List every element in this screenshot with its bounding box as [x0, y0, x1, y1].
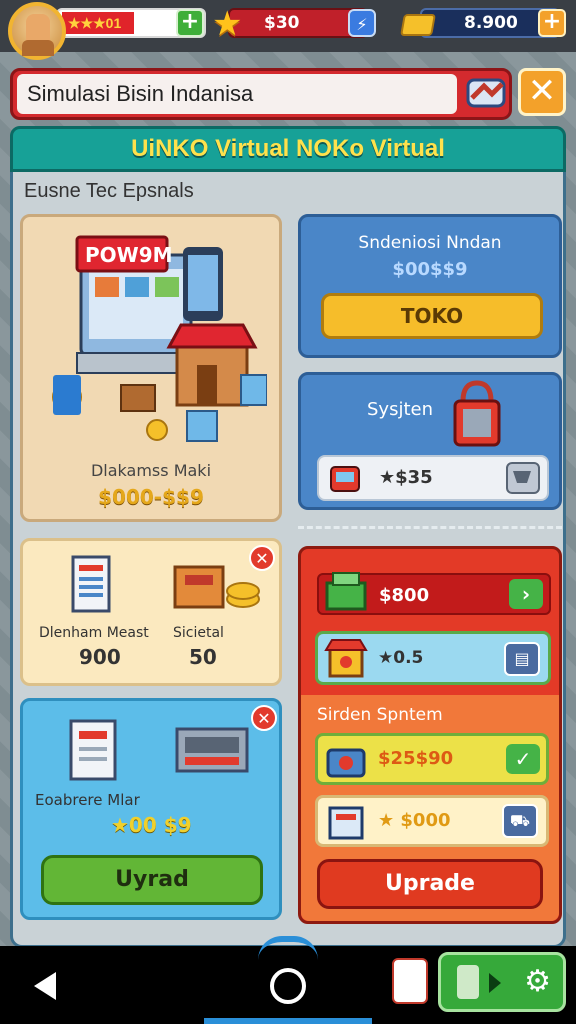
system-upgrade-card: $800 › ★0.5 ▤ Sirden Spntem $25$90 ✓ ★ $…: [298, 546, 562, 924]
delivery-row[interactable]: ★ $000 ⛟: [315, 795, 549, 847]
income-check-button[interactable]: ✓: [506, 744, 540, 774]
uprade-button[interactable]: Uprade: [317, 859, 543, 909]
cash-row[interactable]: $800 ›: [317, 572, 551, 615]
gold-value: 8.900: [464, 13, 518, 33]
boxes-coins-icon: [173, 565, 260, 609]
online-shop-icon: POW9M: [52, 235, 267, 442]
machine-icon: [175, 727, 249, 773]
settings-shortcut-button[interactable]: ⚙: [438, 952, 566, 1012]
nav-strip: [204, 1018, 372, 1024]
printer-icon[interactable]: ▤: [504, 642, 540, 676]
cash-arrow-button[interactable]: ›: [509, 579, 543, 609]
toko-button[interactable]: TOKO: [321, 293, 543, 339]
store-front-icon: [324, 639, 368, 678]
boost-button[interactable]: ⚡: [348, 9, 376, 37]
add-gold-button[interactable]: +: [538, 9, 566, 37]
app-shortcut-icon[interactable]: [392, 958, 428, 1004]
order-card: Sndeniosi Nndan $00$$9 TOKO: [298, 214, 562, 358]
system-price: ★$35: [379, 467, 433, 488]
upgrade-label: Eoabrere Mlar: [35, 791, 140, 809]
system-section-title: Sirden Spntem: [317, 705, 443, 725]
shop-price: $000-$$9: [98, 485, 204, 509]
stats-label-1: Dlenham Meast: [39, 625, 149, 641]
upgrade-price: ★00 $9: [111, 813, 192, 837]
player-avatar[interactable]: [8, 2, 66, 60]
cart-icon: [506, 462, 540, 494]
system-section: Sirden Spntem $25$90 ✓ ★ $000 ⛟ Uprade: [301, 695, 559, 921]
stats-value-1: 900: [79, 645, 121, 669]
gold-bars-icon: [398, 4, 438, 40]
shop-label: Dlakamss Maki: [90, 461, 212, 480]
upgrade-card: ✕ Eoabrere Mlar ★00 $9 Uyrad: [20, 698, 282, 920]
back-icon[interactable]: [34, 972, 56, 1000]
order-price: $00$$9: [392, 259, 468, 280]
system-price-row[interactable]: ★$35: [317, 455, 549, 501]
upgrade-close-button[interactable]: ✕: [251, 705, 277, 731]
shopping-bag-icon: [453, 380, 501, 447]
cash-register-icon: [325, 572, 367, 611]
order-title: Sndeniosi Nndan: [358, 233, 502, 253]
stats-close-button[interactable]: ✕: [249, 545, 275, 571]
add-player-button[interactable]: +: [176, 9, 204, 37]
divider: [298, 526, 562, 529]
box-icon: [328, 806, 364, 840]
income-value: $25$90: [378, 748, 454, 769]
window-title-bar: Simulasi Bisin Indanisa: [10, 68, 512, 120]
bin-icon: [457, 965, 479, 999]
stats-label-2: Sicietal: [173, 625, 224, 641]
building-icon: [71, 555, 111, 613]
camera-icon: [326, 748, 366, 778]
banner-title: UiNKO Virtual NOKo Virtual: [131, 135, 445, 162]
section-label: Eusne Tec Epsnals: [24, 180, 194, 202]
trolley-icon[interactable]: ⛟: [502, 804, 538, 838]
package-icon: [69, 719, 117, 781]
system-card: Sysjten ★$35: [298, 372, 562, 510]
upgrade-button[interactable]: Uyrad: [41, 855, 263, 905]
stats-card: ✕ Dlenham Meast Sicietal 900 50: [20, 538, 282, 686]
avatar-body-icon: [22, 40, 54, 56]
cash-value: $800: [379, 585, 430, 606]
store-row[interactable]: ★0.5 ▤: [315, 631, 551, 685]
store-banner: UiNKO Virtual NOKo Virtual: [10, 126, 566, 172]
delivery-value: ★ $000: [378, 810, 451, 831]
handshake-icon: [466, 78, 506, 108]
stars-value: $30: [264, 13, 300, 33]
shop-illustration-card[interactable]: POW9M Dlakamss Maki $000-$$9: [20, 214, 282, 522]
svg-text:POW9M: POW9M: [85, 243, 173, 267]
robot-icon: [330, 466, 360, 492]
star-currency-icon: ★: [212, 4, 243, 44]
play-icon: [489, 973, 501, 993]
window-title: Simulasi Bisin Indanisa: [17, 74, 457, 114]
close-window-button[interactable]: ✕: [518, 68, 566, 116]
store-value: ★0.5: [378, 648, 424, 668]
gear-icon: ⚙: [524, 964, 551, 999]
income-row[interactable]: $25$90 ✓: [315, 733, 549, 785]
stars-currency-pill: $30: [228, 8, 368, 38]
player-flag-banner: ★★★01: [62, 12, 134, 34]
system-title: Sysjten: [367, 399, 433, 420]
home-icon[interactable]: [270, 968, 306, 1004]
stats-value-2: 50: [189, 645, 217, 669]
